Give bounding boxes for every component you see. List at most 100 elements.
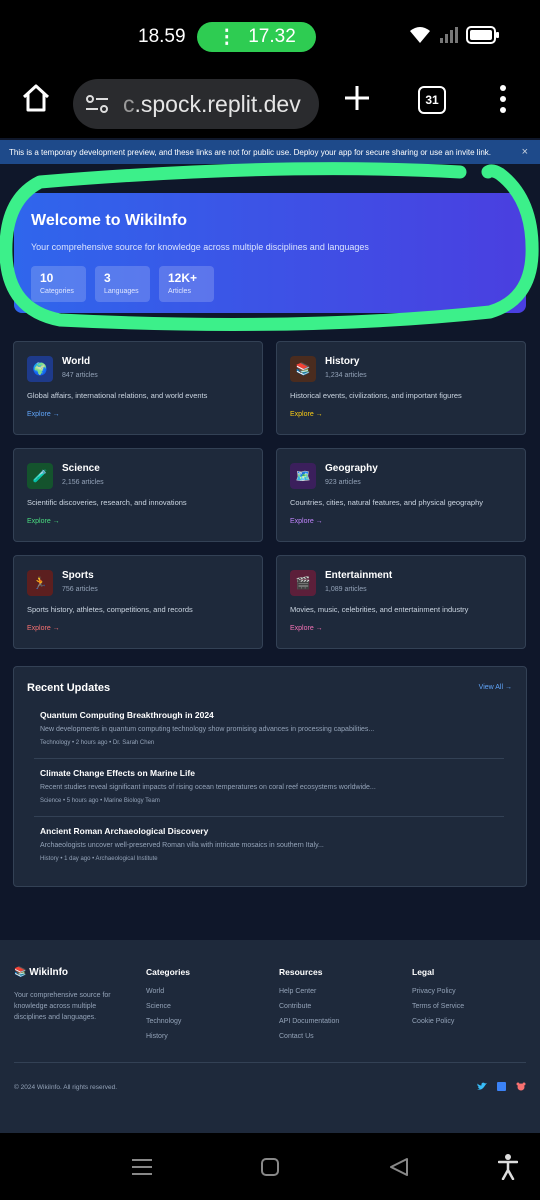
footer-link[interactable]: Privacy Policy <box>412 988 464 1003</box>
social-links <box>477 1082 526 1091</box>
footer-link[interactable]: API Documentation <box>279 1018 339 1033</box>
status-icons <box>408 26 500 44</box>
footer-heading: Resources <box>279 967 323 977</box>
update-meta: Technology • 2 hours ago • Dr. Sarah Che… <box>40 740 155 746</box>
address-bar[interactable]: c.spock.replit.dev <box>73 79 319 129</box>
explore-link[interactable]: Explore → <box>290 518 323 525</box>
tab-switcher-button[interactable]: 31 <box>418 86 446 114</box>
category-card-entertainment[interactable]: 🎬 Entertainment 1,089 articles Movies, m… <box>276 555 526 649</box>
footer-heading: Legal <box>412 967 435 977</box>
footer-link[interactable]: Terms of Service <box>412 1003 464 1018</box>
category-desc: Movies, music, celebrities, and entertai… <box>290 605 469 614</box>
ongoing-call-pill[interactable]: ⋮ 17.32 <box>197 22 316 52</box>
hero-title: Welcome to WikiInfo <box>31 212 188 229</box>
books-icon: 📚 <box>290 356 316 382</box>
footer-link[interactable]: Science <box>146 1003 190 1018</box>
footer-link[interactable]: History <box>146 1033 190 1048</box>
category-card-geography[interactable]: 🗺️ Geography 923 articles Countries, cit… <box>276 448 526 542</box>
globe-icon: 🌍 <box>27 356 53 382</box>
category-card-world[interactable]: 🌍 World 847 articles Global affairs, int… <box>13 341 263 435</box>
divider <box>34 758 504 759</box>
category-name: Geography <box>325 463 378 474</box>
update-title: Climate Change Effects on Marine Life <box>40 768 195 778</box>
category-name: World <box>62 356 91 367</box>
category-name: Science <box>62 463 100 474</box>
stat-articles: 12K+ Articles <box>159 266 214 302</box>
back-icon[interactable] <box>389 1157 409 1177</box>
footer-column-legal: Legal Privacy Policy Terms of Service Co… <box>412 967 464 1033</box>
stat-categories: 10 Categories <box>31 266 86 302</box>
category-count: 1,089 articles <box>325 586 367 593</box>
footer-brand: 📚 WikiInfo <box>14 967 69 978</box>
facebook-icon[interactable] <box>497 1082 506 1091</box>
view-all-link[interactable]: View All → <box>479 684 512 691</box>
category-desc: Global affairs, international relations,… <box>27 391 208 400</box>
signal-icon <box>440 27 458 43</box>
welcome-hero: Welcome to WikiInfo Your comprehensive s… <box>14 193 526 313</box>
category-count: 756 articles <box>62 586 98 593</box>
hero-stats: 10 Categories 3 Languages 12K+ Articles <box>31 266 509 302</box>
site-footer: 📚 WikiInfo Your comprehensive source for… <box>0 940 540 1133</box>
copyright: © 2024 WikiInfo. All rights reserved. <box>14 1084 118 1091</box>
hero-subtitle: Your comprehensive source for knowledge … <box>31 242 369 252</box>
battery-icon <box>466 26 499 44</box>
update-meta: Science • 5 hours ago • Marine Biology T… <box>40 798 160 804</box>
update-item[interactable]: Quantum Computing Breakthrough in 2024 N… <box>40 710 510 746</box>
divider <box>34 816 504 817</box>
site-settings-icon[interactable] <box>85 94 109 114</box>
footer-link[interactable]: Contribute <box>279 1003 339 1018</box>
clock: 18.59 <box>138 26 186 47</box>
update-desc: Archaeologists uncover well-preserved Ro… <box>40 842 324 849</box>
footer-link[interactable]: Contact Us <box>279 1033 339 1048</box>
category-card-sports[interactable]: 🏃 Sports 756 articles Sports history, at… <box>13 555 263 649</box>
category-count: 923 articles <box>325 479 361 486</box>
category-name: Entertainment <box>325 570 393 581</box>
home-icon[interactable] <box>20 82 52 114</box>
status-bar: 18.59 ⋮ 17.32 <box>0 0 540 70</box>
category-desc: Sports history, athletes, competitions, … <box>27 605 193 614</box>
category-card-science[interactable]: 🧪 Science 2,156 articles Scientific disc… <box>13 448 263 542</box>
category-name: History <box>325 356 360 367</box>
category-count: 847 articles <box>62 372 98 379</box>
category-count: 2,156 articles <box>62 479 104 486</box>
category-desc: Historical events, civilizations, and im… <box>290 391 462 400</box>
explore-link[interactable]: Explore → <box>27 411 60 418</box>
recent-apps-icon[interactable] <box>131 1158 153 1176</box>
footer-heading: Categories <box>146 967 190 977</box>
clapperboard-icon: 🎬 <box>290 570 316 596</box>
explore-link[interactable]: Explore → <box>290 411 323 418</box>
runner-icon: 🏃 <box>27 570 53 596</box>
call-timer: 17.32 <box>248 26 296 47</box>
footer-tagline: Your comprehensive source for knowledge … <box>14 992 111 1021</box>
explore-link[interactable]: Explore → <box>27 625 60 632</box>
update-item[interactable]: Climate Change Effects on Marine Life Re… <box>40 768 510 804</box>
footer-link[interactable]: Help Center <box>279 988 339 1003</box>
category-count: 1,234 articles <box>325 372 367 379</box>
stat-languages: 3 Languages <box>95 266 150 302</box>
dev-preview-banner: This is a temporary development preview,… <box>0 140 540 164</box>
banner-close-button[interactable]: × <box>522 146 528 158</box>
update-title: Ancient Roman Archaeological Discovery <box>40 826 209 836</box>
twitter-icon[interactable] <box>477 1082 487 1091</box>
footer-link[interactable]: World <box>146 988 190 1003</box>
section-title: Recent Updates <box>27 682 111 694</box>
footer-link[interactable]: Cookie Policy <box>412 1018 464 1033</box>
explore-link[interactable]: Explore → <box>290 625 323 632</box>
footer-link[interactable]: Technology <box>146 1018 190 1033</box>
accessibility-icon[interactable] <box>498 1154 518 1180</box>
category-card-history[interactable]: 📚 History 1,234 articles Historical even… <box>276 341 526 435</box>
category-desc: Scientific discoveries, research, and in… <box>27 498 187 507</box>
explore-link[interactable]: Explore → <box>27 518 60 525</box>
update-title: Quantum Computing Breakthrough in 2024 <box>40 710 214 720</box>
update-item[interactable]: Ancient Roman Archaeological Discovery A… <box>40 826 510 862</box>
wifi-icon <box>410 27 430 43</box>
more-menu-icon[interactable] <box>498 84 508 114</box>
github-icon[interactable] <box>516 1082 526 1091</box>
url-text: c.spock.replit.dev <box>123 90 301 117</box>
browser-toolbar: c.spock.replit.dev 31 <box>0 70 540 138</box>
home-button-icon[interactable] <box>261 1158 279 1176</box>
footer-column-categories: Categories World Science Technology Hist… <box>146 967 190 1048</box>
recent-updates-panel: Recent Updates View All → Quantum Comput… <box>13 666 527 887</box>
new-tab-icon[interactable] <box>343 84 371 112</box>
banner-text: This is a temporary development preview,… <box>9 147 492 157</box>
